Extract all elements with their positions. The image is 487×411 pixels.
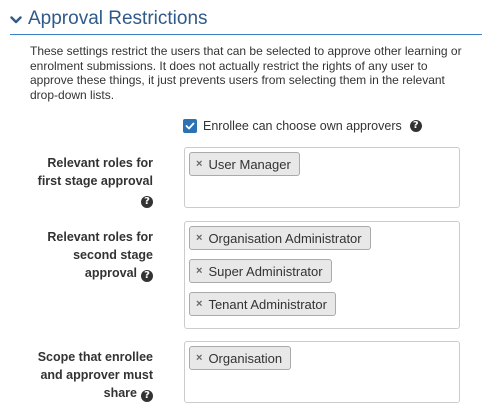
scope-label: Scope that enrollee and approver must sh… <box>38 348 153 402</box>
check-icon <box>185 122 195 130</box>
role-tag: × User Manager <box>189 152 300 176</box>
help-icon[interactable]: ? <box>141 196 153 208</box>
remove-tag-icon[interactable]: × <box>196 298 202 310</box>
second-stage-label-line: approval? <box>47 264 153 282</box>
second-stage-label-line: second stage <box>73 248 153 262</box>
role-tag: × Organisation Administrator <box>189 226 371 250</box>
first-stage-label: Relevant roles for first stage approval … <box>38 154 153 208</box>
scope-label-line: and approver must <box>40 368 153 382</box>
first-stage-label-line: first stage approval <box>37 174 153 188</box>
second-stage-roles-select[interactable]: × Organisation Administrator × Super Adm… <box>184 221 460 329</box>
scope-label-line: Scope that enrollee <box>37 350 153 364</box>
section-title: Approval Restrictions <box>28 8 208 29</box>
scope-select[interactable]: × Organisation <box>184 341 460 403</box>
scope-tag: × Organisation <box>189 346 292 370</box>
scope-tag-label: Organisation <box>208 350 283 366</box>
role-tag: × Tenant Administrator <box>189 292 336 316</box>
first-stage-roles-select[interactable]: × User Manager <box>184 147 460 208</box>
remove-tag-icon[interactable]: × <box>196 232 202 244</box>
second-stage-label-text: approval <box>84 266 137 280</box>
chevron-down-icon <box>10 16 22 24</box>
remove-tag-icon[interactable]: × <box>196 352 202 364</box>
scope-label-line: share? <box>38 384 153 402</box>
second-stage-label: Relevant roles for second stage approval… <box>47 228 153 282</box>
section-header[interactable]: Approval Restrictions <box>10 4 482 35</box>
role-tag: × Super Administrator <box>189 259 332 283</box>
own-approvers-row: Enrollee can choose own approvers ? <box>183 119 422 133</box>
own-approvers-label[interactable]: Enrollee can choose own approvers <box>203 119 402 133</box>
role-tag-label: Tenant Administrator <box>208 296 327 312</box>
remove-tag-icon[interactable]: × <box>196 265 202 277</box>
help-icon[interactable]: ? <box>141 270 153 282</box>
own-approvers-checkbox[interactable] <box>183 119 197 133</box>
first-stage-help-row: ? <box>38 190 153 208</box>
first-stage-label-line: Relevant roles for <box>47 156 153 170</box>
help-icon[interactable]: ? <box>409 120 422 132</box>
section-description: These settings restrict the users that c… <box>30 44 462 102</box>
scope-label-text: share <box>103 386 137 400</box>
remove-tag-icon[interactable]: × <box>196 158 202 170</box>
role-tag-label: Super Administrator <box>208 263 323 279</box>
role-tag-label: User Manager <box>208 156 291 172</box>
role-tag-label: Organisation Administrator <box>208 230 362 246</box>
help-icon[interactable]: ? <box>141 390 153 402</box>
second-stage-label-line: Relevant roles for <box>47 230 153 244</box>
